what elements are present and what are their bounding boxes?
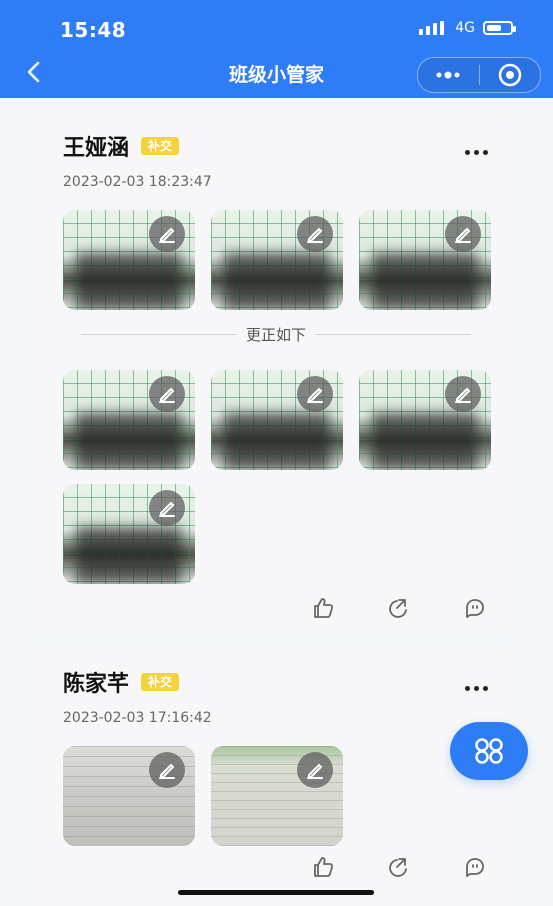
comment-icon [466, 858, 484, 877]
thumbs-up-icon [314, 598, 334, 618]
edit-icon[interactable] [297, 216, 333, 252]
content-area: 王娅涵 补交 2023-02-03 18:23:47 更正如下 陈家芊 补交 2… [0, 98, 553, 906]
card-actions [309, 853, 489, 881]
edit-icon[interactable] [149, 376, 185, 412]
card-actions [309, 594, 489, 622]
homework-image[interactable] [63, 746, 195, 846]
share-button[interactable] [385, 594, 413, 622]
submission-card: 陈家芊 补交 2023-02-03 17:16:42 [45, 648, 507, 906]
card-header: 王娅涵 补交 [63, 130, 180, 162]
student-name: 王娅涵 [63, 136, 130, 161]
share-icon [389, 599, 407, 618]
share-icon [389, 858, 407, 877]
submission-timestamp: 2023-02-03 18:23:47 [63, 174, 212, 190]
correction-image[interactable] [359, 370, 491, 470]
edit-icon[interactable] [297, 752, 333, 788]
homework-image[interactable] [211, 746, 343, 846]
thumbs-up-icon [314, 857, 334, 877]
edit-icon[interactable] [445, 376, 481, 412]
more-options-button[interactable] [418, 58, 479, 92]
battery-icon [483, 21, 516, 35]
status-badge: 补交 [141, 137, 180, 155]
target-icon [498, 63, 521, 87]
separator-line-left [81, 334, 236, 335]
comment-button[interactable] [461, 594, 489, 622]
status-badge: 补交 [141, 673, 180, 691]
correction-image[interactable] [63, 484, 195, 584]
floating-menu-button[interactable] [450, 722, 528, 780]
top-bar: 15:48 4G 班级小管家 [0, 0, 553, 98]
edit-icon[interactable] [149, 216, 185, 252]
comment-icon [466, 599, 484, 618]
student-name: 陈家芊 [63, 672, 130, 697]
grid-menu-icon [475, 738, 503, 764]
correction-image[interactable] [63, 370, 195, 470]
more-icon [436, 71, 460, 79]
close-mini-program-button[interactable] [480, 58, 541, 92]
more-button[interactable] [461, 146, 491, 158]
submission-card: 王娅涵 补交 2023-02-03 18:23:47 更正如下 [45, 112, 507, 632]
submission-timestamp: 2023-02-03 17:16:42 [63, 710, 212, 726]
edit-icon[interactable] [149, 752, 185, 788]
comment-button[interactable] [461, 853, 489, 881]
homework-image[interactable] [63, 210, 195, 310]
mini-program-capsule [417, 57, 541, 93]
correction-separator: 更正如下 [81, 324, 472, 345]
more-button[interactable] [461, 682, 491, 694]
card-header: 陈家芊 补交 [63, 666, 180, 698]
separator-line-right [316, 334, 472, 335]
edit-icon[interactable] [149, 490, 185, 526]
like-button[interactable] [309, 853, 337, 881]
like-button[interactable] [309, 594, 337, 622]
homework-image[interactable] [359, 210, 491, 310]
share-button[interactable] [385, 853, 413, 881]
app-screen: 15:48 4G 班级小管家 王娅涵 补交 2023-02-03 18:23:4… [0, 0, 553, 906]
edit-icon[interactable] [445, 216, 481, 252]
status-indicators: 4G [419, 20, 516, 36]
status-time: 15:48 [60, 18, 127, 42]
edit-icon[interactable] [297, 376, 333, 412]
home-indicator [178, 890, 374, 895]
network-label: 4G [455, 20, 475, 36]
correction-image[interactable] [211, 370, 343, 470]
homework-image[interactable] [211, 210, 343, 310]
signal-icon [419, 21, 447, 35]
separator-text: 更正如下 [246, 326, 307, 344]
